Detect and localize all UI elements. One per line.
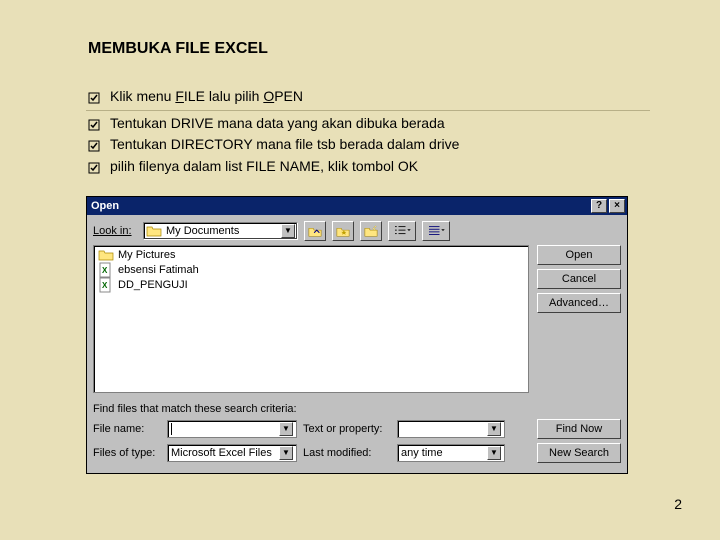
lastmod-combo[interactable]: any time ▼ bbox=[397, 444, 505, 462]
page-number: 2 bbox=[674, 496, 682, 512]
excel-file-icon: X bbox=[98, 277, 114, 293]
excel-file-icon: X bbox=[98, 262, 114, 278]
details-view-button[interactable] bbox=[422, 221, 450, 241]
close-button[interactable]: × bbox=[609, 199, 625, 213]
list-item[interactable]: X ebsensi Fatimah bbox=[98, 263, 524, 278]
bullet-text: Tentukan DIRECTORY mana file tsb berada … bbox=[110, 134, 650, 156]
advanced-button[interactable]: Advanced… bbox=[537, 293, 621, 313]
checkbox-bullet-icon bbox=[88, 159, 100, 173]
bullet-text: pilih filenya dalam list FILE NAME, klik… bbox=[110, 156, 650, 178]
new-search-button[interactable]: New Search bbox=[537, 443, 621, 463]
filename-label: File name: bbox=[93, 423, 161, 435]
bullet-item: Tentukan DIRECTORY mana file tsb berada … bbox=[88, 134, 650, 156]
bullet-list: Klik menu FILE lalu pilih OPEN Tentukan … bbox=[88, 86, 650, 178]
open-button[interactable]: Open bbox=[537, 245, 621, 265]
checkbox-bullet-icon bbox=[88, 137, 100, 151]
help-button[interactable]: ? bbox=[591, 199, 607, 213]
look-in-combo[interactable]: My Documents ▼ bbox=[143, 222, 298, 240]
svg-text:X: X bbox=[102, 266, 108, 275]
slide-title: MEMBUKA FILE EXCEL bbox=[88, 40, 650, 58]
folder-icon bbox=[146, 223, 162, 239]
up-one-level-button[interactable] bbox=[304, 221, 326, 241]
open-dialog: Open ? × Look in: My Documents ▼ bbox=[86, 196, 628, 474]
chevron-down-icon[interactable]: ▼ bbox=[279, 422, 293, 436]
favorites-button[interactable] bbox=[332, 221, 354, 241]
textprop-input[interactable]: ▼ bbox=[397, 420, 505, 438]
text-cursor-icon bbox=[171, 423, 172, 435]
look-in-value: My Documents bbox=[166, 225, 239, 237]
bullet-item: Klik menu FILE lalu pilih OPEN bbox=[88, 86, 650, 108]
lastmod-value: any time bbox=[401, 447, 443, 459]
divider bbox=[86, 110, 650, 111]
filetype-value: Microsoft Excel Files bbox=[171, 447, 272, 459]
dialog-titlebar: Open ? × bbox=[87, 197, 627, 215]
chevron-down-icon[interactable]: ▼ bbox=[487, 446, 501, 460]
dialog-title-text: Open bbox=[91, 200, 119, 212]
cancel-button[interactable]: Cancel bbox=[537, 269, 621, 289]
list-item[interactable]: My Pictures bbox=[98, 248, 524, 263]
chevron-down-icon[interactable]: ▼ bbox=[487, 422, 501, 436]
svg-text:X: X bbox=[102, 281, 108, 290]
look-in-label: Look in: bbox=[93, 225, 137, 237]
filetype-label: Files of type: bbox=[93, 447, 161, 459]
chevron-down-icon[interactable]: ▼ bbox=[281, 224, 295, 238]
file-name: My Pictures bbox=[118, 249, 175, 261]
textprop-label: Text or property: bbox=[303, 423, 391, 435]
list-item[interactable]: X DD_PENGUJI bbox=[98, 278, 524, 293]
chevron-down-icon[interactable]: ▼ bbox=[279, 446, 293, 460]
list-view-button[interactable] bbox=[388, 221, 416, 241]
criteria-label: Find files that match these search crite… bbox=[93, 403, 621, 415]
bullet-item: pilih filenya dalam list FILE NAME, klik… bbox=[88, 156, 650, 178]
lastmod-label: Last modified: bbox=[303, 447, 391, 459]
bullet-text: Klik menu FILE lalu pilih OPEN bbox=[110, 86, 650, 108]
checkbox-bullet-icon bbox=[88, 116, 100, 130]
file-name: DD_PENGUJI bbox=[118, 279, 188, 291]
checkbox-bullet-icon bbox=[88, 89, 100, 103]
file-name: ebsensi Fatimah bbox=[118, 264, 199, 276]
bullet-item: Tentukan DRIVE mana data yang akan dibuk… bbox=[88, 113, 650, 135]
filename-input[interactable]: ▼ bbox=[167, 420, 297, 438]
find-now-button[interactable]: Find Now bbox=[537, 419, 621, 439]
folder-icon bbox=[98, 247, 114, 263]
file-list[interactable]: My Pictures X ebsensi Fatimah X DD_PENGU… bbox=[93, 245, 529, 393]
new-folder-button[interactable] bbox=[360, 221, 382, 241]
filetype-combo[interactable]: Microsoft Excel Files ▼ bbox=[167, 444, 297, 462]
bullet-text: Tentukan DRIVE mana data yang akan dibuk… bbox=[110, 113, 650, 135]
